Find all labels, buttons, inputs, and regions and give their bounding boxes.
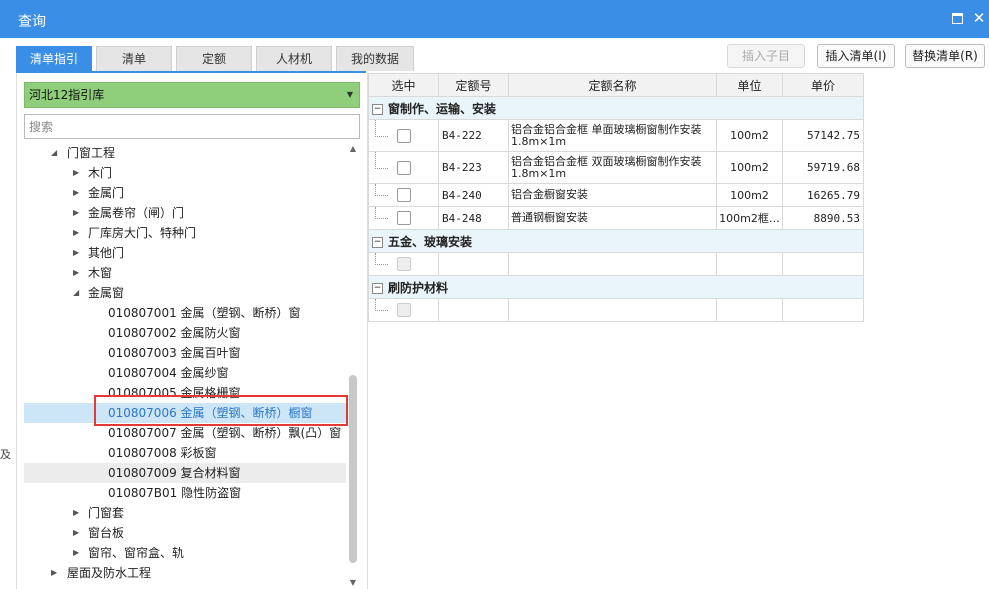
row-checkbox[interactable] [396,211,411,225]
row-checkbox[interactable] [396,303,411,317]
cell-price: 59719.68 [782,151,864,184]
library-select[interactable]: 河北12指引库 ▼ [24,82,360,108]
col-header-select[interactable]: 选中 [368,73,439,97]
collapsed-arrow-icon[interactable]: ▶ [73,203,83,223]
group-title: 五金、玻璃安装 [388,234,473,249]
cell-price: 8890.53 [782,206,864,230]
cell-price: 16265.79 [782,183,864,207]
quota-table: 选中 定额号 定额名称 单位 单价 − 窗制作、运输、安装 B4-222 铝合金铝… [368,73,864,322]
tree-node-other-doors[interactable]: ▶ 其他门 [24,243,346,263]
cell-unit: 100m2 [716,183,783,207]
table-row[interactable]: B4-240 铝合金橱窗安装 100m2 16265.79 [368,183,864,207]
group-title: 窗制作、运输、安装 [388,101,497,116]
tree-node-warehouse-doors[interactable]: ▶ 厂库房大门、特种门 [24,223,346,243]
tree-leaf-item[interactable]: 010807002 金属防火窗 [24,323,346,343]
tab-labor-material[interactable]: 人材机 [256,46,332,71]
collapsed-arrow-icon[interactable]: ▶ [73,223,83,243]
tree-node-metal-doors[interactable]: ▶ 金属门 [24,183,346,203]
edge-glyph: 及 [0,448,11,461]
tab-list-guide[interactable]: 清单指引 [16,46,92,71]
library-select-value: 河北12指引库 [29,88,105,102]
group-row[interactable]: − 刷防护材料 [368,275,864,299]
tree-node-roofing[interactable]: ▶ 屋面及防水工程 [24,563,346,583]
title-bar: 查询 ✕ [0,0,989,38]
collapse-icon[interactable]: − [372,236,383,248]
tree-node-rolling-doors[interactable]: ▶ 金属卷帘（闸）门 [24,203,346,223]
scroll-down-icon[interactable]: ▼ [347,577,359,589]
window-title: 查询 [18,14,46,30]
collapsed-arrow-icon[interactable]: ▶ [73,263,83,283]
scroll-thumb[interactable] [349,375,357,563]
tree-leaf-item[interactable]: 010807008 彩板窗 [24,443,346,463]
tree-leaf-item-hover[interactable]: 010807009 复合材料窗 [24,463,346,483]
tab-list[interactable]: 清单 [96,46,172,71]
tree-node-window-sill[interactable]: ▶ 窗台板 [24,523,346,543]
col-header-unit[interactable]: 单位 [716,73,783,97]
maximize-icon[interactable] [948,9,966,27]
row-checkbox[interactable] [396,188,411,202]
cell-name: 普通钢橱窗安装 [508,206,717,230]
tree-node-doors-windows[interactable]: ◢ 门窗工程 [24,143,346,163]
expanded-arrow-icon[interactable]: ◢ [51,143,61,163]
chevron-down-icon: ▼ [346,90,353,99]
table-row[interactable]: B4-248 普通钢橱窗安装 100m2框… 8890.53 [368,206,864,230]
cell-code: B4-240 [438,183,509,207]
insert-child-button[interactable]: 插入子目 [727,44,805,68]
tree-node-door-casing[interactable]: ▶ 门窗套 [24,503,346,523]
collapsed-arrow-icon[interactable]: ▶ [73,503,83,523]
collapsed-arrow-icon[interactable]: ▶ [51,563,61,583]
table-row[interactable]: B4-222 铝合金铝合金框 单面玻璃橱窗制作安装 1.8m×1m 100m2 … [368,119,864,152]
tree-node-curtains[interactable]: ▶ 窗帘、窗帘盒、轨 [24,543,346,563]
tab-my-data[interactable]: 我的数据 [336,46,414,71]
group-row[interactable]: − 窗制作、运输、安装 [368,96,864,120]
search-input[interactable] [24,114,360,139]
tree-leaf-item[interactable]: 010807001 金属（塑钢、断桥）窗 [24,303,346,323]
collapsed-arrow-icon[interactable]: ▶ [73,543,83,563]
tree-leaf-item[interactable]: 010807003 金属百叶窗 [24,343,346,363]
replace-list-button[interactable]: 替换清单(R) [905,44,985,68]
collapsed-arrow-icon[interactable]: ▶ [73,183,83,203]
row-checkbox[interactable] [396,128,411,143]
tree-leaf-item[interactable]: 010807B01 隐性防盗窗 [24,483,346,503]
cell-name: 铝合金铝合金框 单面玻璃橱窗制作安装 1.8m×1m [508,119,717,152]
collapsed-arrow-icon[interactable]: ▶ [73,243,83,263]
insert-list-button[interactable]: 插入清单(I) [817,44,895,68]
row-checkbox[interactable] [396,257,411,271]
collapse-icon[interactable]: − [372,282,383,294]
collapsed-arrow-icon[interactable]: ▶ [73,163,83,183]
tree-node-wood-doors[interactable]: ▶ 木门 [24,163,346,183]
cell-name: 铝合金铝合金框 双面玻璃橱窗制作安装 1.8m×1m [508,151,717,184]
table-row-empty[interactable] [368,252,864,276]
table-row-empty[interactable] [368,298,864,322]
cell-unit: 100m2 [716,119,783,152]
cell-code: B4-248 [438,206,509,230]
cell-price: 57142.75 [782,119,864,152]
row-checkbox[interactable] [396,160,411,175]
col-header-price[interactable]: 单价 [782,73,864,97]
tree-leaf-item[interactable]: 010807007 金属（塑钢、断桥）飘(凸）窗 [24,423,346,443]
collapse-icon[interactable]: − [372,103,383,115]
table-row[interactable]: B4-223 铝合金铝合金框 双面玻璃橱窗制作安装 1.8m×1m 100m2 … [368,151,864,184]
tab-quota[interactable]: 定额 [176,46,252,71]
col-header-name[interactable]: 定额名称 [508,73,717,97]
cell-code: B4-223 [438,151,509,184]
expanded-arrow-icon[interactable]: ◢ [73,283,83,303]
cell-name: 铝合金橱窗安装 [508,183,717,207]
tree-leaf-item[interactable]: 010807004 金属纱窗 [24,363,346,383]
group-row[interactable]: − 五金、玻璃安装 [368,229,864,253]
cell-code: B4-222 [438,119,509,152]
tree-node-metal-windows[interactable]: ◢ 金属窗 [24,283,346,303]
tree-node-wood-windows[interactable]: ▶ 木窗 [24,263,346,283]
scroll-up-icon[interactable]: ▲ [347,143,359,155]
table-header-row: 选中 定额号 定额名称 单位 单价 [368,73,864,97]
col-header-code[interactable]: 定额号 [438,73,509,97]
tree-view: ◢ 门窗工程 ▶ 木门 ▶ 金属门 ▶ 金属卷帘（闸）门 ▶ 厂库房大门、特种门… [24,143,346,589]
cell-unit: 100m2框… [716,206,783,230]
cell-unit: 100m2 [716,151,783,184]
group-title: 刷防护材料 [388,280,449,295]
close-icon[interactable]: ✕ [970,9,988,27]
tree-scrollbar[interactable]: ▲ ▼ [347,143,359,589]
collapsed-arrow-icon[interactable]: ▶ [73,523,83,543]
highlight-box [94,395,348,426]
